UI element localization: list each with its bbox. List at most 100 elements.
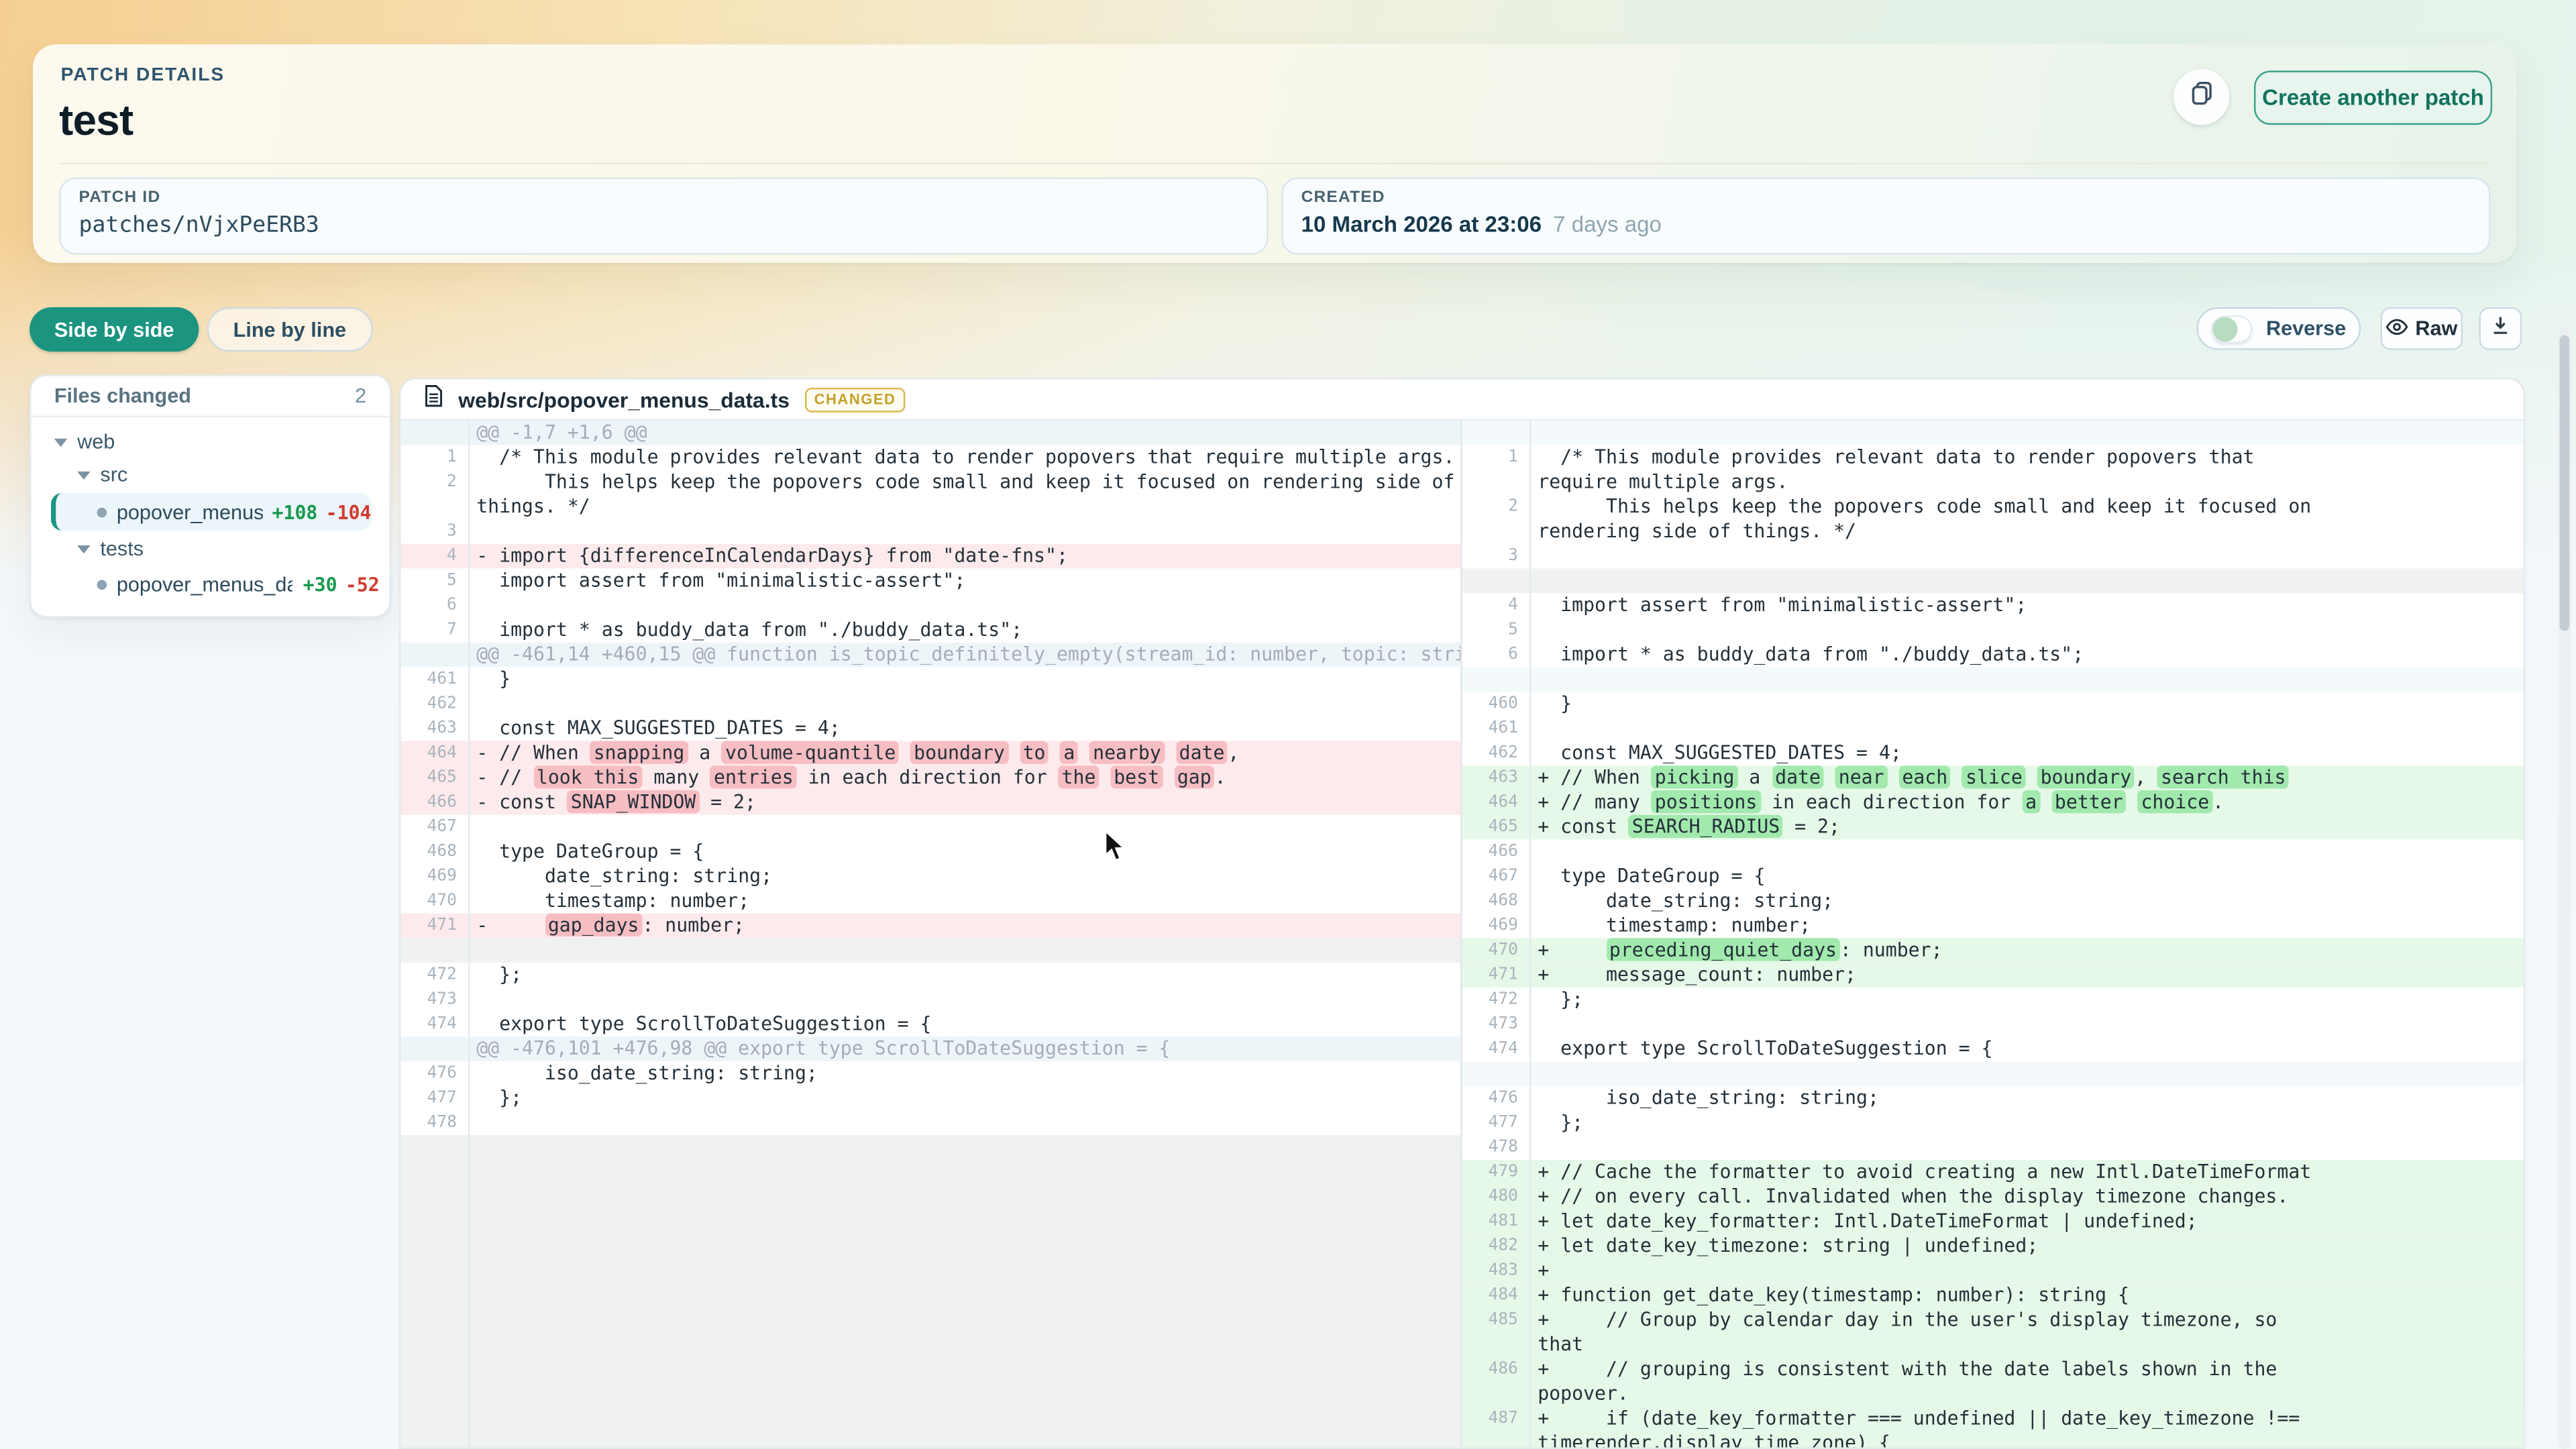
diff-row-ctx: 5 [1462, 618, 2524, 643]
line-number [1462, 568, 1532, 593]
line-number: 7 [401, 618, 470, 643]
code-text: + preceding_quiet_days: number; [1531, 938, 2322, 963]
files-changed-panel: Files changed 2 web src popover_menus_da… [30, 374, 391, 617]
page-scrollbar[interactable] [2558, 325, 2571, 1449]
code-text [1531, 1061, 2322, 1086]
toggle-track-icon[interactable] [2211, 315, 2253, 343]
line-by-line-label: Line by line [233, 318, 346, 341]
line-number: 5 [1462, 618, 1532, 643]
diff-row-del: 464- // When snapping a volume-quantile … [401, 741, 1461, 765]
code-text: /* This module provides relevant data to… [1531, 445, 2322, 494]
download-button[interactable] [2479, 307, 2522, 350]
diff-row-ctx: 467 type DateGroup = { [1462, 864, 2524, 889]
word-diff-highlight: preceding_quiet_days [1606, 938, 1840, 961]
line-number [401, 1135, 470, 1449]
line-by-line-button[interactable]: Line by line [207, 307, 372, 352]
line-number: 476 [1462, 1086, 1532, 1111]
eye-icon [2385, 317, 2408, 340]
side-by-side-button[interactable]: Side by side [30, 307, 199, 352]
folder-src[interactable]: src [41, 458, 379, 491]
folder-web[interactable]: web [41, 425, 379, 458]
diff-row-ctx: 473 [401, 987, 1461, 1012]
word-diff-highlight: best [1110, 765, 1163, 788]
line-number: 471 [401, 914, 470, 938]
diff-row-gap [1462, 568, 2524, 593]
code-text [1531, 618, 2322, 643]
word-diff-highlight: choice [2138, 790, 2213, 813]
line-number: 464 [1462, 790, 1532, 815]
word-diff-highlight: nearby [1089, 741, 1165, 763]
code-text: + message_count: number; [1531, 963, 2322, 987]
line-number: 486 [1462, 1357, 1532, 1406]
diff-row-add: 470+ preceding_quiet_days: number; [1462, 938, 2524, 963]
diff-row-ctx: 462 const MAX_SUGGESTED_DATES = 4; [1462, 741, 2524, 765]
line-number: 470 [401, 889, 470, 914]
line-number [401, 938, 470, 963]
file-bullet-icon [97, 507, 107, 517]
scrollbar-thumb[interactable] [2560, 335, 2570, 631]
created-label: CREATED [1301, 189, 1385, 207]
patch-id-label: PATCH ID [79, 189, 161, 207]
diff-row-pad [1462, 421, 2524, 445]
code-text: + if (date_key_formatter === undefined |… [1531, 1406, 2322, 1449]
section-label: PATCH DETAILS [61, 66, 225, 85]
code-text: - const SNAP_WINDOW = 2; [470, 790, 1460, 815]
code-text: + // grouping is consistent with the dat… [1531, 1357, 2322, 1406]
word-diff-highlight: boundary [910, 741, 1008, 763]
file-item-popover-menus-data-test[interactable]: popover_menus_data.te... +30 -52 [41, 565, 379, 602]
raw-button[interactable]: Raw [2381, 307, 2463, 350]
diff-viewer: web/src/popover_menus_data.ts CHANGED @@… [399, 378, 2525, 1449]
diff-row-add: 479+ // Cache the formatter to avoid cre… [1462, 1160, 2524, 1185]
additions-count: +30 [303, 572, 337, 595]
diff-row-del: 4- import {differenceInCalendarDays} fro… [401, 544, 1461, 569]
diff-row-pad [1462, 1061, 2524, 1086]
files-changed-header: Files changed 2 [32, 376, 390, 417]
file-item-popover-menus-data-ts[interactable]: popover_menus_data.ts +108 -104 [51, 493, 372, 531]
diff-pane-new: 1 /* This module provides relevant data … [1462, 421, 2524, 1449]
code-text: + // many positions in each direction fo… [1531, 790, 2322, 815]
line-number: 468 [1462, 889, 1532, 914]
line-number: 487 [1462, 1406, 1532, 1449]
line-number: 461 [1462, 716, 1532, 741]
diff-row-ctx: 468 date_string: string; [1462, 889, 2524, 914]
line-number [1462, 1061, 1532, 1086]
hunk-header: @@ -476,101 +476,98 @@ export type Scrol… [470, 1036, 1460, 1061]
code-text [470, 692, 1460, 716]
line-number: 461 [401, 667, 470, 692]
side-by-side-label: Side by side [54, 318, 174, 341]
code-text: import assert from "minimalistic-assert"… [470, 568, 1460, 593]
diff-row-ctx: 1 /* This module provides relevant data … [1462, 445, 2524, 494]
deletions-count: -104 [326, 500, 372, 523]
diff-row-add: 482+ let date_key_timezone: string | und… [1462, 1234, 2524, 1258]
code-text: const MAX_SUGGESTED_DATES = 4; [1531, 741, 2322, 765]
code-text: date_string: string; [1531, 889, 2322, 914]
diff-row-del: 466- const SNAP_WINDOW = 2; [401, 790, 1461, 815]
diff-row-ctx: 4 import assert from "minimalistic-asser… [1462, 593, 2524, 618]
diff-row-hunk: @@ -476,101 +476,98 @@ export type Scrol… [401, 1036, 1461, 1061]
create-another-patch-button[interactable]: Create another patch [2254, 70, 2492, 125]
code-text: import * as buddy_data from "./buddy_dat… [470, 618, 1460, 643]
created-relative: 7 days ago [1553, 212, 1662, 237]
line-number: 473 [401, 987, 470, 1012]
line-number: 4 [1462, 593, 1532, 618]
code-text: /* This module provides relevant data to… [470, 445, 1460, 470]
file-name: popover_menus_data.ts [117, 500, 262, 523]
code-text: + // Group by calendar day in the user's… [1531, 1307, 2322, 1356]
diff-row-add: 484+ function get_date_key(timestamp: nu… [1462, 1283, 2524, 1308]
word-diff-highlight: search this [2157, 765, 2289, 788]
code-text: + // on every call. Invalidated when the… [1531, 1185, 2322, 1210]
diff-row-ctx: 468 type DateGroup = { [401, 839, 1461, 864]
copy-button[interactable] [2174, 69, 2229, 125]
code-text [1531, 1012, 2322, 1037]
diff-row-ctx: 477 }; [401, 1086, 1461, 1111]
code-text: + [1531, 1258, 2322, 1283]
line-number: 479 [1462, 1160, 1532, 1185]
reverse-toggle[interactable]: Reverse [2196, 307, 2361, 350]
code-text: - gap_days: number; [470, 914, 1460, 938]
word-diff-highlight: SNAP_WINDOW [568, 790, 699, 813]
folder-tests[interactable]: tests [41, 532, 379, 565]
diff-row-ctx: 474 export type ScrollToDateSuggestion =… [1462, 1036, 2524, 1061]
code-text: + let date_key_timezone: string | undefi… [1531, 1234, 2322, 1258]
diff-row-ctx: 474 export type ScrollToDateSuggestion =… [401, 1012, 1461, 1037]
line-number: 1 [401, 445, 470, 470]
